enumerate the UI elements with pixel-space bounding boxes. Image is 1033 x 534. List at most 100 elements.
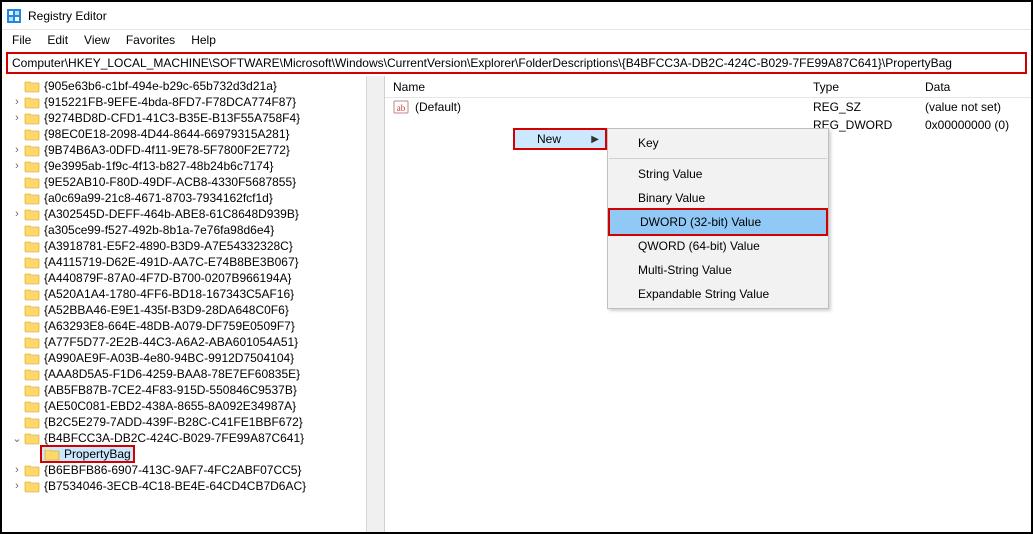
- tree-item[interactable]: ·{A3918781-E5F2-4890-B3D9-A7E54332328C}: [2, 238, 384, 254]
- tree-scrollbar-thumb[interactable]: [371, 196, 380, 256]
- tree-item-label: {A520A1A4-1780-4FF6-BD18-167343C5AF16}: [44, 287, 294, 301]
- submenu-item-label: String Value: [638, 167, 702, 181]
- context-new-item[interactable]: New ▶: [513, 128, 607, 150]
- menu-view[interactable]: View: [76, 31, 118, 49]
- menu-edit[interactable]: Edit: [39, 31, 76, 49]
- tree-item-label: {98EC0E18-2098-4D44-8644-66979315A281}: [44, 127, 290, 141]
- addressbar-row: [2, 50, 1031, 76]
- tree-item[interactable]: ›{9B74B6A3-0DFD-4f11-9E78-5F7800F2E772}: [2, 142, 384, 158]
- value-data-cell: (value not set): [917, 100, 1031, 114]
- submenu-item[interactable]: Expandable String Value: [608, 282, 828, 306]
- collapse-icon[interactable]: ⌄: [10, 432, 24, 445]
- string-value-icon: ab: [393, 99, 409, 115]
- value-row[interactable]: ab (Default) REG_SZ(value not set): [385, 98, 1031, 116]
- folder-icon: [24, 175, 40, 189]
- tree-item-label: {905e63b6-c1bf-494e-b29c-65b732d3d21a}: [44, 79, 277, 93]
- submenu-item-label: Binary Value: [638, 191, 705, 205]
- tree-item-label: {A990AE9F-A03B-4e80-94BC-9912D7504104}: [44, 351, 294, 365]
- folder-icon: [24, 271, 40, 285]
- expand-icon[interactable]: ›: [10, 160, 24, 172]
- col-type[interactable]: Type: [805, 76, 917, 97]
- tree-item[interactable]: ·{A4115719-D62E-491D-AA7C-E74B8BE3B067}: [2, 254, 384, 270]
- tree-item[interactable]: ·{A440879F-87A0-4F7D-B700-0207B966194A}: [2, 270, 384, 286]
- tree-item-selected[interactable]: ·PropertyBag: [2, 446, 384, 462]
- svg-text:ab: ab: [397, 103, 406, 113]
- tree-item[interactable]: ·{B2C5E279-7ADD-439F-B28C-C41FE1BBF672}: [2, 414, 384, 430]
- tree-item[interactable]: ·{AAA8D5A5-F1D6-4259-BAA8-78E7EF60835E}: [2, 366, 384, 382]
- submenu-item-label: DWORD (32-bit) Value: [640, 215, 761, 229]
- submenu-item[interactable]: String Value: [608, 162, 828, 186]
- expand-icon[interactable]: ›: [10, 96, 24, 108]
- col-name[interactable]: Name: [385, 76, 805, 97]
- folder-icon: [24, 287, 40, 301]
- tree-item[interactable]: ›{915221FB-9EFE-4bda-8FD7-F78DCA774F87}: [2, 94, 384, 110]
- expand-icon[interactable]: ›: [10, 464, 24, 476]
- folder-icon: [24, 319, 40, 333]
- submenu-item[interactable]: Binary Value: [608, 186, 828, 210]
- tree-item-label: {B7534046-3ECB-4C18-BE4E-64CD4CB7D6AC}: [44, 479, 306, 493]
- value-type-cell: REG_SZ: [805, 100, 917, 114]
- col-data[interactable]: Data: [917, 76, 1031, 97]
- value-name: (Default): [415, 100, 461, 114]
- tree-item[interactable]: ·{a0c69a99-21c8-4671-8703-7934162fcf1d}: [2, 190, 384, 206]
- tree-item[interactable]: › {B7534046-3ECB-4C18-BE4E-64CD4CB7D6AC}: [2, 478, 384, 494]
- list-pane[interactable]: Name Type Data ab (Default) REG_SZ(value n…: [385, 76, 1031, 532]
- menu-favorites[interactable]: Favorites: [118, 31, 183, 49]
- tree-item[interactable]: ·{9E52AB10-F80D-49DF-ACB8-4330F5687855}: [2, 174, 384, 190]
- tree-item[interactable]: ›{9e3995ab-1f9c-4f13-b827-48b24b6c7174}: [2, 158, 384, 174]
- context-new-label: New: [537, 132, 561, 146]
- tree-item[interactable]: ·{98EC0E18-2098-4D44-8644-66979315A281}: [2, 126, 384, 142]
- expand-icon[interactable]: ›: [10, 208, 24, 220]
- registry-editor-window: Registry Editor File Edit View Favorites…: [0, 0, 1033, 534]
- folder-icon: [24, 207, 40, 221]
- folder-icon: [24, 143, 40, 157]
- submenu-separator: [609, 158, 827, 159]
- submenu-item-label: Multi-String Value: [638, 263, 732, 277]
- folder-icon: [24, 415, 40, 429]
- tree-item[interactable]: ·{AE50C081-EBD2-438A-8655-8A092E34987A}: [2, 398, 384, 414]
- tree-item[interactable]: › {9274BD8D-CFD1-41C3-B35E-B13F55A758F4}: [2, 110, 384, 126]
- tree: ·{905e63b6-c1bf-494e-b29c-65b732d3d21a}›…: [2, 76, 384, 496]
- tree-item[interactable]: ·{A520A1A4-1780-4FF6-BD18-167343C5AF16}: [2, 286, 384, 302]
- menu-file[interactable]: File: [4, 31, 39, 49]
- submenu-item[interactable]: Key: [608, 131, 828, 155]
- value-data-cell: 0x00000000 (0): [917, 118, 1031, 132]
- expand-icon[interactable]: ›: [10, 480, 24, 492]
- new-submenu: Key String Value Binary Value DWORD (32-bit…: [607, 128, 829, 309]
- tree-item-label: {AAA8D5A5-F1D6-4259-BAA8-78E7EF60835E}: [44, 367, 300, 381]
- tree-item[interactable]: › {B6EBFB86-6907-413C-9AF7-4FC2ABF07CC5}: [2, 462, 384, 478]
- titlebar: Registry Editor: [2, 2, 1031, 30]
- folder-icon: [24, 79, 40, 93]
- folder-icon: [24, 335, 40, 349]
- submenu-item[interactable]: Multi-String Value: [608, 258, 828, 282]
- folder-icon: [24, 95, 40, 109]
- tree-item-label: {B6EBFB86-6907-413C-9AF7-4FC2ABF07CC5}: [44, 463, 301, 477]
- tree-item[interactable]: ·{A990AE9F-A03B-4e80-94BC-9912D7504104}: [2, 350, 384, 366]
- tree-item[interactable]: ·{905e63b6-c1bf-494e-b29c-65b732d3d21a}: [2, 78, 384, 94]
- submenu-item-label: Expandable String Value: [638, 287, 769, 301]
- tree-item[interactable]: ·{A63293E8-664E-48DB-A079-DF759E0509F7}: [2, 318, 384, 334]
- tree-item[interactable]: ·{A52BBA46-E9E1-435f-B3D9-28DA648C0F6}: [2, 302, 384, 318]
- tree-item-label: {A52BBA46-E9E1-435f-B3D9-28DA648C0F6}: [44, 303, 289, 317]
- tree-item[interactable]: ·{AB5FB87B-7CE2-4F83-915D-550846C9537B}: [2, 382, 384, 398]
- folder-icon: [24, 111, 40, 125]
- tree-item[interactable]: ›{A302545D-DEFF-464b-ABE8-61C8648D939B}: [2, 206, 384, 222]
- tree-item-label: {a0c69a99-21c8-4671-8703-7934162fcf1d}: [44, 191, 273, 205]
- tree-item-label: {9274BD8D-CFD1-41C3-B35E-B13F55A758F4}: [44, 111, 300, 125]
- expand-icon[interactable]: ›: [10, 112, 24, 124]
- submenu-item[interactable]: QWORD (64-bit) Value: [608, 234, 828, 258]
- submenu-item-highlighted[interactable]: DWORD (32-bit) Value: [608, 210, 828, 234]
- menu-help[interactable]: Help: [183, 31, 224, 49]
- tree-item[interactable]: ⌄{B4BFCC3A-DB2C-424C-B029-7FE99A87C641}: [2, 430, 384, 446]
- tree-pane[interactable]: ·{905e63b6-c1bf-494e-b29c-65b732d3d21a}›…: [2, 76, 385, 532]
- tree-item[interactable]: ·{a305ce99-f527-492b-8b1a-7e76fa98d6e4}: [2, 222, 384, 238]
- folder-icon: [24, 255, 40, 269]
- folder-icon: [24, 351, 40, 365]
- tree-item-label: {AB5FB87B-7CE2-4F83-915D-550846C9537B}: [44, 383, 297, 397]
- submenu-item-label: Key: [638, 136, 659, 150]
- menubar: File Edit View Favorites Help: [2, 30, 1031, 50]
- addressbar-input[interactable]: [8, 54, 1025, 72]
- expand-icon[interactable]: ›: [10, 144, 24, 156]
- tree-item-label: {A77F5D77-2E2B-44C3-A6A2-ABA601054A51}: [44, 335, 298, 349]
- tree-item[interactable]: ·{A77F5D77-2E2B-44C3-A6A2-ABA601054A51}: [2, 334, 384, 350]
